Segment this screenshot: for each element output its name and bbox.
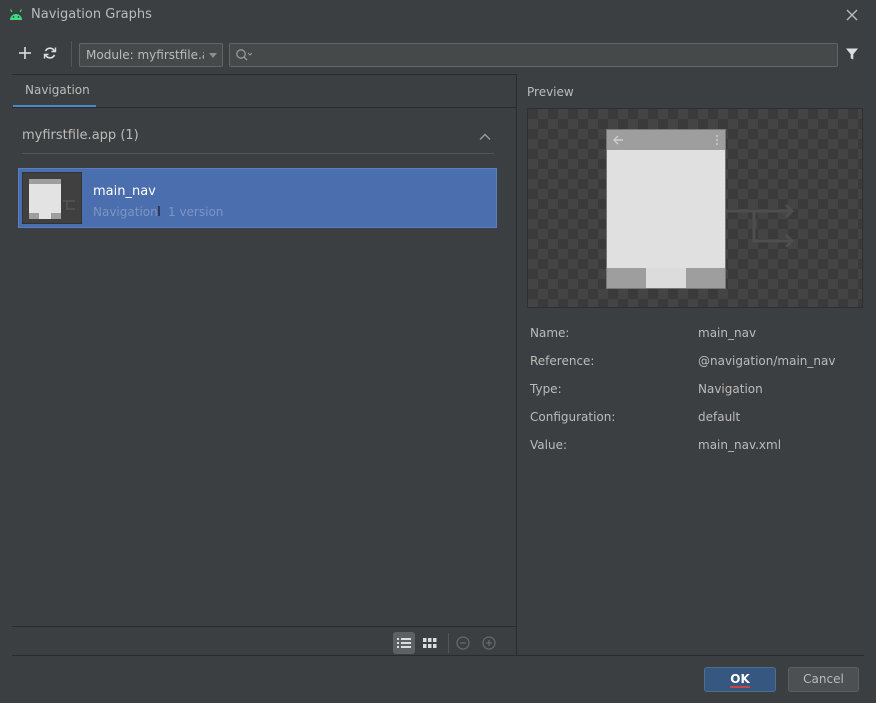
group-header: myfirstfile.app (1) [22,128,139,143]
footer-divider [12,655,864,656]
search-input[interactable] [254,46,824,64]
list-footer-divider [12,626,516,627]
list-view-icon [397,638,411,648]
ok-button-label: OK [730,672,750,688]
filter-button[interactable] [841,43,863,65]
window-title: Navigation Graphs [31,7,152,22]
resource-version-count: 1 version [168,205,224,219]
details-panel: Preview Name: main_nav Reference: @navig… [517,74,864,656]
arrow-back-icon [613,135,623,145]
phone-preview [606,129,726,289]
resource-list-panel: Navigation myfirstfile.app (1) main_nav … [12,74,516,656]
zoom-in-icon [482,636,496,650]
property-row: Type: Navigation [530,382,860,410]
chevron-down-icon [209,53,217,58]
refresh-icon [43,47,57,59]
properties-table: Name: main_nav Reference: @navigation/ma… [530,326,860,466]
group-count: (1) [120,128,139,143]
resource-name: main_nav [93,184,156,199]
property-value: main_nav [698,326,757,340]
search-field[interactable] [229,43,838,67]
module-dropdown[interactable]: Module: myfirstfile.app [79,43,223,67]
property-value: Navigation [698,382,763,396]
toolbar: Module: myfirstfile.app [12,38,864,72]
property-key: Value: [530,438,567,452]
preview-label: Preview [527,85,574,99]
list-view-button[interactable] [393,632,415,654]
zoom-in-button[interactable] [478,632,500,654]
property-key: Name: [530,326,570,340]
nav-connection-arrow-icon [726,203,795,247]
title-bar: Navigation Graphs [0,0,876,30]
module-dropdown-value: Module: myfirstfile.app [86,48,204,62]
group-divider [22,153,494,154]
property-value: main_nav.xml [698,438,782,452]
resource-thumbnail [22,172,82,224]
grid-view-button[interactable] [419,632,441,654]
property-value: default [698,410,741,424]
property-row: Reference: @navigation/main_nav [530,354,860,382]
ok-button[interactable]: OK [704,667,776,692]
tab-divider [12,107,516,108]
resource-type: Navigation [93,205,158,219]
property-value: @navigation/main_nav [698,354,836,368]
refresh-button[interactable] [39,42,61,64]
property-key: Reference: [530,354,595,368]
search-icon [236,49,253,61]
group-title: myfirstfile.app [22,128,117,143]
close-icon[interactable] [842,5,862,25]
preview-canvas [527,108,863,308]
phone-app-bar [607,130,725,150]
view-controls-separator [448,633,449,653]
property-row: Name: main_nav [530,326,860,354]
filter-icon [846,48,858,60]
plus-icon [19,47,31,59]
zoom-out-icon [456,636,470,650]
nav-graph-thumbnail-icon [23,173,81,223]
more-vertical-icon [716,135,718,145]
add-button[interactable] [14,42,36,64]
property-row: Value: main_nav.xml [530,438,860,466]
resource-meta-divider [158,206,160,216]
zoom-out-button[interactable] [452,632,474,654]
tab-navigation[interactable]: Navigation [13,75,96,108]
chevron-up-icon[interactable] [477,129,493,145]
phone-bottom-tab-active [646,268,686,288]
toolbar-separator [71,41,72,67]
property-row: Configuration: default [530,410,860,438]
property-key: Type: [530,382,562,396]
resource-item-main-nav[interactable]: main_nav Navigation 1 version [18,168,497,228]
property-key: Configuration: [530,410,616,424]
tab-label: Navigation [25,83,90,97]
android-icon [9,9,23,20]
grid-view-icon [423,638,437,648]
cancel-button[interactable]: Cancel [788,667,859,692]
